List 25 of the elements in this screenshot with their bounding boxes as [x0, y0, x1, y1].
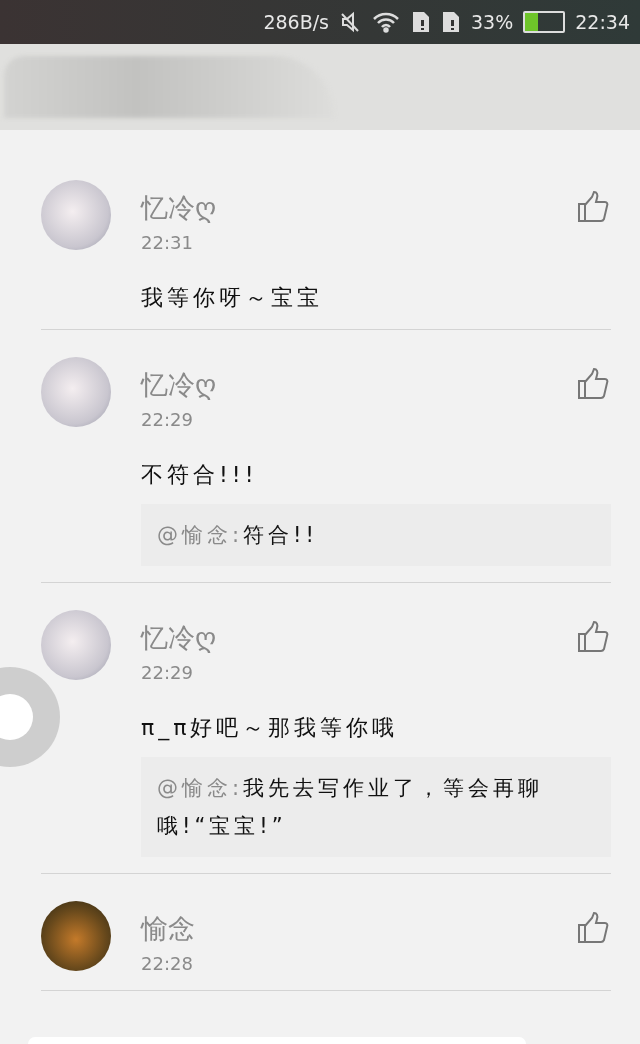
comment-time: 22:31 — [141, 232, 194, 253]
battery-icon — [523, 11, 566, 33]
mute-icon — [339, 11, 361, 33]
comment-time: 22:28 — [141, 953, 194, 974]
comment-time: 22:29 — [141, 662, 194, 683]
quoted-reply: @愉念:我先去写作业了，等会再聊哦!“宝宝!” — [141, 757, 611, 857]
user-name[interactable]: 愉念 — [141, 911, 195, 947]
user-name[interactable]: 忆冷ღ — [141, 620, 217, 656]
user-name[interactable]: 忆冷ღ — [141, 190, 217, 226]
comment-text: 我等你呀～宝宝 — [141, 284, 324, 312]
sim-card-icon — [441, 11, 461, 33]
sim-card-icon — [411, 11, 431, 33]
thumbs-up-icon[interactable] — [577, 911, 611, 945]
clock: 22:34 — [575, 11, 630, 33]
wifi-icon — [371, 11, 401, 33]
quoted-reply: @愉念:符合!! — [141, 504, 611, 566]
thumbs-up-icon[interactable] — [577, 190, 611, 224]
user-name[interactable]: 忆冷ღ — [141, 367, 217, 403]
comment-time: 22:29 — [141, 409, 194, 430]
network-speed: 286B/s — [263, 11, 329, 33]
battery-percent: 33% — [471, 11, 514, 33]
thumbs-up-icon[interactable] — [577, 620, 611, 654]
comment-text: π_π好吧～那我等你哦 — [141, 714, 400, 743]
comment-text: 不符合!!! — [141, 461, 259, 489]
thumbs-up-icon[interactable] — [577, 367, 611, 401]
